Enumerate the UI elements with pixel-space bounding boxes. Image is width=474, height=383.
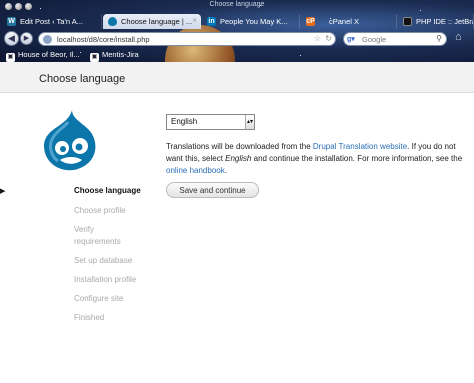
- translation-info: Translations will be downloaded from the…: [166, 141, 474, 177]
- tab-people-you-may-know[interactable]: in People You May K...: [202, 14, 300, 29]
- wordpress-icon: W: [7, 17, 16, 26]
- browser-chrome: Choose language W Edit Post ‹ Ta'n A... …: [0, 0, 474, 62]
- info-line-2: want this, select English and continue t…: [166, 153, 474, 165]
- online-handbook-link[interactable]: online handbook: [166, 166, 225, 175]
- url-text: localhost/d8/core/install.php: [57, 35, 150, 44]
- step-requirements: requirements: [74, 237, 121, 246]
- bookmark-house-of-beor[interactable]: ▣ House of Beor, Il...: [6, 50, 80, 62]
- back-button[interactable]: ◀: [4, 31, 19, 46]
- tab-php-ide[interactable]: PHP IDE :: JetBra...: [398, 14, 474, 29]
- step-finished: Finished: [74, 313, 105, 322]
- drupal-logo-icon: [44, 110, 96, 171]
- step-choose-profile: Choose profile: [74, 206, 126, 215]
- tab-bar: W Edit Post ‹ Ta'n A... Choose language …: [0, 13, 474, 29]
- language-select-value: English: [171, 117, 198, 126]
- bookmark-mentis-jira[interactable]: ▣ Mentis-Jira: [90, 50, 139, 62]
- globe-icon: [43, 35, 52, 44]
- current-step-arrow-icon: ▶: [0, 188, 6, 195]
- title-bar: Choose language: [0, 0, 474, 13]
- tab-edit-post[interactable]: W Edit Post ‹ Ta'n A...: [2, 14, 102, 29]
- info-line-3: online handbook.: [166, 165, 474, 177]
- tab-label: Choose language | ...: [121, 17, 193, 26]
- tab-choose-language[interactable]: Choose language | ... ×: [103, 14, 201, 29]
- google-icon: g▾: [347, 36, 355, 43]
- info-line-1: Translations will be downloaded from the…: [166, 141, 474, 153]
- language-select[interactable]: English ▴▾: [166, 114, 255, 130]
- info-text: Translations will be downloaded from the: [166, 142, 313, 151]
- drupal-translation-link[interactable]: Drupal Translation website: [313, 142, 407, 151]
- search-icon[interactable]: ⚲: [436, 34, 442, 43]
- page-title: Choose language: [39, 73, 126, 85]
- jetbrains-icon: [403, 17, 412, 26]
- info-text: want this, select: [166, 154, 226, 163]
- info-text: . If you do not: [407, 142, 456, 151]
- home-icon[interactable]: ⌂: [455, 31, 468, 44]
- tab-label: People You May K...: [220, 17, 288, 26]
- save-and-continue-button[interactable]: Save and continue: [166, 182, 259, 198]
- bookmark-star-icon[interactable]: ☆: [314, 34, 321, 43]
- bookmark-icon: ▣: [6, 53, 15, 62]
- step-set-up-database: Set up database: [74, 256, 133, 265]
- step-installation-profile: Installation profile: [74, 275, 137, 284]
- drupal-icon: [108, 17, 117, 26]
- tab-label: Edit Post ‹ Ta'n A...: [20, 17, 83, 26]
- window-title: Choose language: [209, 1, 265, 8]
- search-input[interactable]: g▾ Google ⚲: [343, 32, 447, 46]
- tab-cpanel[interactable]: cP cPanel X: [301, 14, 397, 29]
- address-bar[interactable]: localhost/d8/core/install.php ☆ ↻: [38, 32, 336, 46]
- bookmarks-bar: ▣ House of Beor, Il... ▣ Mentis-Jira: [0, 48, 474, 62]
- bookmark-icon: ▣: [90, 53, 99, 62]
- forward-button[interactable]: ▶: [20, 32, 33, 45]
- bookmark-label: Mentis-Jira: [102, 50, 139, 59]
- tab-label: cPanel X: [329, 17, 360, 26]
- info-text: and continue the installation. For more …: [251, 154, 463, 163]
- chevron-down-icon: ▴▾: [245, 115, 254, 129]
- linkedin-icon: in: [207, 17, 216, 26]
- step-verify: Verify: [74, 225, 95, 234]
- info-text: .: [224, 166, 227, 175]
- tab-label: PHP IDE :: JetBra...: [416, 17, 473, 26]
- reload-icon[interactable]: ↻: [325, 34, 332, 43]
- search-placeholder: Google: [362, 35, 387, 44]
- navigation-bar: ◀ ▶ localhost/d8/core/install.php ☆ ↻ g▾…: [0, 29, 474, 48]
- step-choose-language: Choose language: [74, 186, 141, 195]
- close-tab-icon[interactable]: ×: [192, 16, 197, 25]
- page-header: Choose language: [0, 62, 474, 93]
- cpanel-icon: cP: [306, 17, 315, 26]
- step-configure-site: Configure site: [74, 294, 124, 303]
- info-emphasis: English: [225, 154, 252, 163]
- bookmark-label: House of Beor, Il...: [18, 50, 80, 59]
